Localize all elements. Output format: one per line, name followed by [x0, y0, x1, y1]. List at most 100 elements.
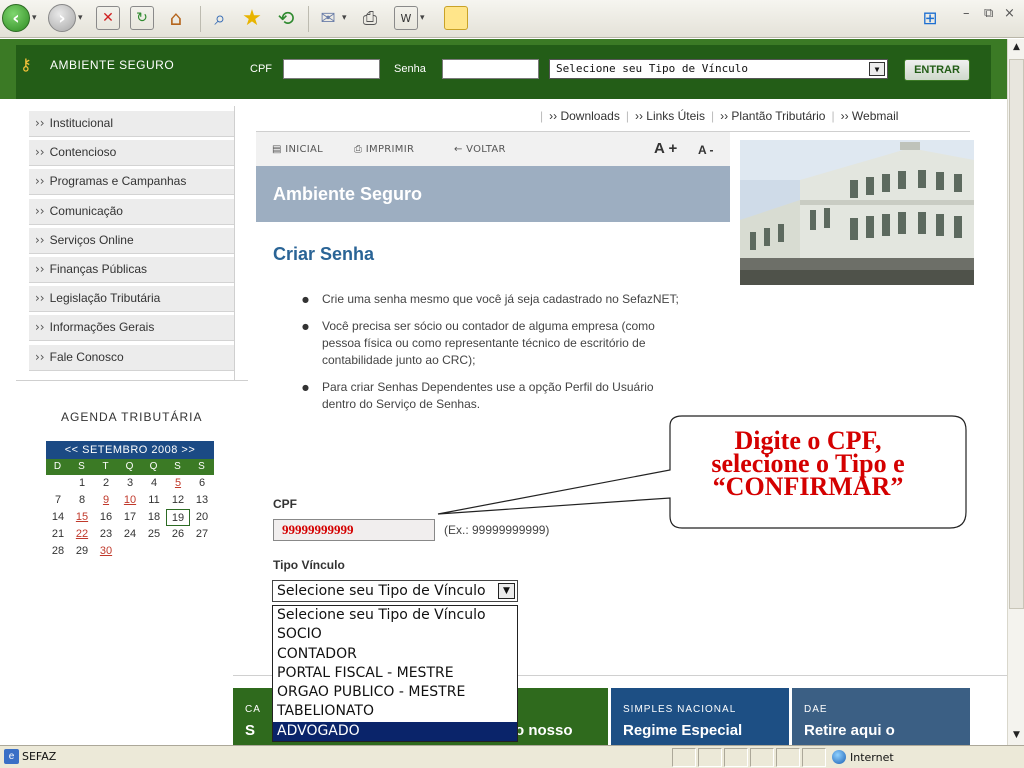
- mail-button[interactable]: ✉ ▾: [316, 3, 347, 33]
- calendar-day[interactable]: 11: [142, 492, 166, 509]
- calendar-day[interactable]: 24: [118, 526, 142, 543]
- page-icon: ▤: [272, 144, 286, 155]
- chevron-down-icon[interactable]: ▾: [78, 13, 83, 23]
- forward-button[interactable]: › ▾: [48, 3, 83, 33]
- calendar-day[interactable]: 25: [142, 526, 166, 543]
- calendar-day[interactable]: 20: [190, 509, 214, 526]
- print-button[interactable]: ⎙: [358, 3, 382, 33]
- scroll-down-icon[interactable]: ▼: [1009, 727, 1024, 743]
- scroll-up-icon[interactable]: ▲: [1009, 39, 1024, 55]
- header-vinculo-select[interactable]: Selecione seu Tipo de Vínculo ▼: [549, 59, 888, 79]
- forward-arrow-icon: ›: [48, 4, 76, 32]
- chevron-down-icon[interactable]: ▼: [869, 62, 885, 76]
- left-menu: ›› Institucional ›› Contencioso ›› Programa…: [29, 111, 234, 374]
- vinculo-option[interactable]: ORGAO PUBLICO - MESTRE: [273, 683, 517, 702]
- entrar-button[interactable]: ENTRAR: [904, 59, 970, 81]
- calendar-day[interactable]: 16: [94, 509, 118, 526]
- history-button[interactable]: ⟲: [274, 3, 298, 33]
- calendar-day[interactable]: 21: [46, 526, 70, 543]
- vertical-scrollbar[interactable]: ▲ ▼: [1007, 39, 1024, 745]
- calendar-day[interactable]: 10: [118, 492, 142, 509]
- calendar-day[interactable]: 15: [70, 509, 94, 526]
- search-button[interactable]: ⌕: [208, 3, 232, 33]
- calendar-day[interactable]: 23: [94, 526, 118, 543]
- calendar-day[interactable]: 12: [166, 492, 190, 509]
- calendar-day[interactable]: 9: [94, 492, 118, 509]
- cpf-input[interactable]: 99999999999: [273, 519, 435, 541]
- chevron-down-icon[interactable]: ▾: [32, 13, 37, 23]
- font-increase-button[interactable]: A +: [654, 140, 677, 157]
- vinculo-option[interactable]: PORTAL FISCAL - MESTRE: [273, 664, 517, 683]
- calendar-weekday: T: [102, 461, 110, 472]
- menu-item-fale-conosco[interactable]: ›› Fale Conosco: [29, 344, 234, 371]
- header-password-input[interactable]: [442, 59, 539, 79]
- calendar-day[interactable]: 19: [166, 509, 190, 526]
- vinculo-select[interactable]: Selecione seu Tipo de Vínculo ▼: [272, 580, 518, 602]
- calendar-day[interactable]: 29: [70, 543, 94, 560]
- menu-item-institucional[interactable]: ›› Institucional: [29, 111, 234, 137]
- calendar-day[interactable]: 18: [142, 509, 166, 526]
- header-cpf-input[interactable]: [283, 59, 380, 79]
- calendar-day[interactable]: 14: [46, 509, 70, 526]
- link-links-uteis[interactable]: ›› Links Úteis: [635, 109, 705, 123]
- link-webmail[interactable]: ›› Webmail: [841, 109, 899, 123]
- menu-item-contencioso[interactable]: ›› Contencioso: [29, 140, 234, 167]
- refresh-button[interactable]: ↻: [130, 3, 154, 33]
- calendar-day[interactable]: 2: [94, 475, 118, 492]
- link-plantao[interactable]: ›› Plantão Tributário: [720, 109, 825, 123]
- calendar-day[interactable]: 6: [190, 475, 214, 492]
- menu-item-programas[interactable]: ›› Programas e Campanhas: [29, 169, 234, 196]
- chevron-down-icon[interactable]: ▾: [420, 13, 425, 23]
- imprimir-link[interactable]: ⎙ IMPRIMIR: [354, 144, 414, 155]
- calendar-day[interactable]: 17: [118, 509, 142, 526]
- vinculo-option[interactable]: TABELIONATO: [273, 702, 517, 721]
- vinculo-dropdown-list[interactable]: Selecione seu Tipo de Vínculo SOCIO CONTAD…: [272, 605, 518, 742]
- calendar-day[interactable]: 26: [166, 526, 190, 543]
- voltar-link[interactable]: ← VOLTAR: [454, 144, 506, 155]
- calendar-day[interactable]: 1: [70, 475, 94, 492]
- calendar-day[interactable]: 27: [190, 526, 214, 543]
- calendar: << SETEMBRO 2008 >> DSTQQSS 1 2 3 4 5 6 7 8 9 10 1…: [46, 441, 214, 560]
- page-tools: ▤ INICIAL ⎙ IMPRIMIR ← VOLTAR A + A -: [256, 132, 730, 166]
- calendar-weekday: S: [78, 461, 86, 472]
- link-downloads[interactable]: ›› Downloads: [549, 109, 620, 123]
- calendar-month-nav[interactable]: << SETEMBRO 2008 >>: [46, 441, 214, 459]
- vinculo-option[interactable]: Selecione seu Tipo de Vínculo: [273, 606, 517, 625]
- calendar-day[interactable]: 30: [94, 543, 118, 560]
- calendar-day[interactable]: 8: [70, 492, 94, 509]
- close-icon[interactable]: ×: [1004, 6, 1015, 21]
- stop-button[interactable]: ✕: [96, 3, 120, 33]
- vinculo-option[interactable]: SOCIO: [273, 625, 517, 644]
- calendar-day[interactable]: 4: [142, 475, 166, 492]
- folder-button[interactable]: [444, 3, 468, 33]
- favorites-button[interactable]: ★: [240, 3, 264, 33]
- menu-item-comunicacao[interactable]: ›› Comunicação: [29, 198, 234, 225]
- menu-item-financas[interactable]: ›› Finanças Públicas: [29, 256, 234, 283]
- chevron-down-icon[interactable]: ▾: [342, 13, 347, 23]
- calendar-day[interactable]: 5: [166, 475, 190, 492]
- back-button[interactable]: ‹ ▾: [2, 3, 37, 33]
- calendar-day[interactable]: 13: [190, 492, 214, 509]
- status-text: SEFAZ: [22, 750, 57, 763]
- scroll-thumb[interactable]: [1009, 59, 1024, 609]
- minimize-icon[interactable]: –: [963, 6, 970, 21]
- calendar-day[interactable]: 7: [46, 492, 70, 509]
- restore-icon[interactable]: ⧉: [984, 6, 993, 21]
- vinculo-option[interactable]: CONTADOR: [273, 645, 517, 664]
- tile-dae[interactable]: DAE Retire aqui o: [792, 688, 970, 745]
- calendar-day[interactable]: 22: [70, 526, 94, 543]
- home-button[interactable]: ⌂: [164, 3, 188, 33]
- menu-item-servicos[interactable]: ›› Serviços Online: [29, 227, 234, 254]
- chevron-down-icon[interactable]: ▼: [498, 583, 515, 599]
- menu-item-legislacao[interactable]: ›› Legislação Tributária: [29, 286, 234, 313]
- calendar-day[interactable]: 3: [118, 475, 142, 492]
- key-icon: ⚷: [20, 55, 33, 74]
- content-title: Criar Senha: [273, 244, 375, 264]
- tile-simples-nacional[interactable]: SIMPLES NACIONAL Regime Especial: [611, 688, 789, 745]
- inicial-link[interactable]: ▤ INICIAL: [272, 144, 323, 155]
- font-decrease-button[interactable]: A -: [698, 143, 714, 157]
- calendar-day[interactable]: 28: [46, 543, 70, 560]
- vinculo-option[interactable]: ADVOGADO: [273, 721, 517, 742]
- edit-button[interactable]: W ▾: [394, 3, 425, 33]
- menu-item-informacoes[interactable]: ›› Informações Gerais: [29, 315, 234, 342]
